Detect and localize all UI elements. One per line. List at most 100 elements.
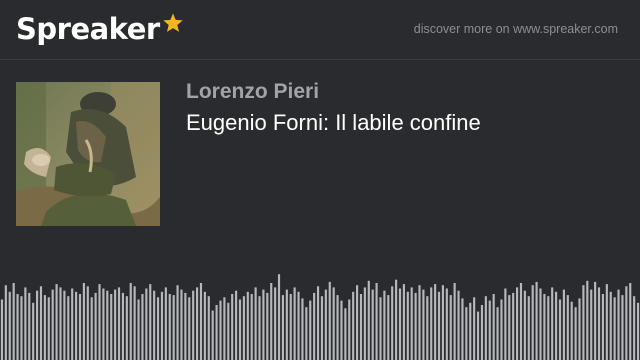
header-bar: Spreaker discover more on www.spreaker.c… [0,0,640,60]
waveform-bar [270,283,273,360]
logo-wordmark: Spreaker [16,12,160,46]
waveform-bar [340,300,343,360]
waveform-bar [320,296,324,360]
waveform-bar [613,297,616,360]
waveform-bar [500,299,503,360]
waveform-bar [196,287,199,360]
waveform-bar [469,302,472,360]
waveform-bar [508,295,511,360]
waveform-bar [410,287,413,360]
audio-waveform[interactable] [0,250,640,360]
episode-title[interactable]: Eugenio Forni: Il labile confine [186,110,481,136]
waveform-bar [277,274,281,360]
waveform-bar [293,287,296,360]
waveform-bar [82,283,85,360]
waveform-bar [531,285,534,360]
waveform-bar [4,285,7,360]
waveform-bar [78,294,82,360]
waveform-bar [305,307,308,360]
waveform-bar [359,294,363,360]
waveform-bar [418,285,421,360]
waveform-bar [512,292,515,360]
waveform-bar [168,294,171,360]
waveform-bar [484,296,487,360]
waveform-bar [363,287,366,360]
waveform-bar [313,292,316,360]
waveform-bar [527,296,530,360]
waveform-bar [426,296,429,360]
waveform-bar [625,286,628,360]
waveform-bar [102,288,105,360]
waveform-bar [621,295,624,360]
waveform-bar [375,283,378,360]
waveform-bar [523,290,526,360]
waveform-bar [480,305,484,360]
waveform-bar [582,285,585,360]
waveform-bar [246,291,249,360]
waveform-bar [555,291,558,360]
waveform-bar [547,296,550,360]
waveform-bar [32,302,35,360]
waveform-bar [383,290,386,360]
waveform-bar [192,290,195,360]
waveform-bar [242,296,245,360]
waveform-bar [430,287,433,360]
waveform-bar [558,299,562,360]
waveform-bar [344,308,347,360]
waveform-bar [94,292,97,360]
waveform-bar [16,294,19,360]
waveform-bar [215,305,218,360]
waveform-bar [180,289,183,360]
waveform-bar [121,292,124,360]
waveform-bar [332,287,335,360]
waveform-bar [258,296,261,360]
waveform-bar [184,292,187,360]
waveform-bar [211,310,214,360]
waveform-bar [238,299,242,360]
waveform-bar [250,294,253,360]
star-icon [162,7,184,41]
waveform-bar [281,295,284,360]
waveform-bar [75,291,78,360]
waveform-bar [387,295,390,360]
waveform-bar [12,283,15,360]
waveform-bar [336,295,339,360]
waveform-bar [609,291,612,360]
waveform-bar [141,294,144,360]
waveform-bar [356,285,359,360]
waveform-bar [309,300,312,360]
waveform-bar [566,295,569,360]
waveform-bar [172,295,175,360]
waveform-bar [496,307,499,360]
waveform-bar [203,291,206,360]
waveform-bar [262,289,265,360]
waveform-bar [125,296,128,360]
waveform-bar [207,296,210,360]
waveform-bar [488,300,491,360]
discover-more-link[interactable]: discover more on www.spreaker.com [414,22,618,36]
waveform-bar [316,286,320,360]
waveform-bar [445,288,448,360]
waveform-bar [617,289,620,360]
waveform-bar [153,290,156,360]
waveform-bar [160,291,164,360]
waveform-bar [0,299,4,360]
waveform-bar [117,287,121,360]
waveform-bar [414,292,417,360]
waveform-bar [90,297,93,360]
waveform-bar [227,302,230,360]
waveform-bar [605,284,608,360]
waveform-bar [63,290,66,360]
waveform-bar [453,283,456,360]
waveform-bar [110,294,113,360]
waveform-bar [422,289,425,360]
podcast-author[interactable]: Lorenzo Pieri [186,80,319,104]
waveform-bar [106,290,109,360]
waveform-bar [254,287,257,360]
waveform-bar [28,292,31,360]
spreaker-logo[interactable]: Spreaker [16,9,184,49]
waveform-bar [164,287,167,360]
waveform-bar [51,289,54,360]
waveform-bar [434,284,437,360]
waveform-bar [39,286,43,360]
